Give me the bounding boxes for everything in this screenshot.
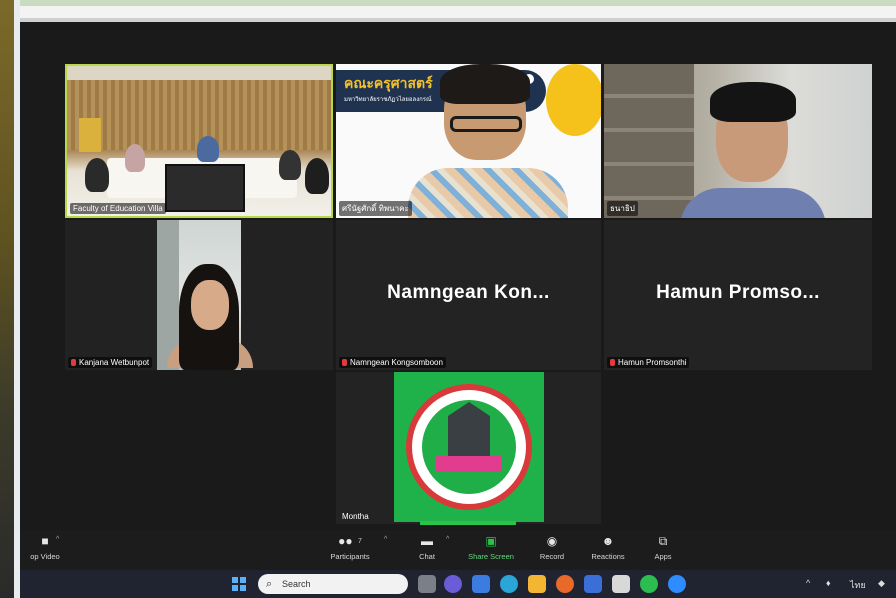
apps-icon: ⧉	[658, 534, 668, 548]
share-indicator	[420, 521, 516, 525]
share-screen-label: Share Screen	[468, 552, 514, 561]
store-icon[interactable]	[472, 575, 490, 593]
participants-label: Participants	[330, 552, 370, 561]
room-person	[85, 158, 109, 192]
slide-yellow-circle	[546, 64, 601, 136]
presenter-hair	[440, 64, 530, 104]
file-manager-icon[interactable]	[418, 575, 436, 593]
search-placeholder: Search	[282, 579, 311, 589]
kanjana-face	[191, 280, 229, 330]
video-options-caret[interactable]: ^	[56, 536, 59, 543]
room-person	[125, 144, 145, 172]
start-video-button[interactable]: ■ op Video	[20, 534, 70, 561]
record-icon: ◉	[546, 534, 558, 548]
chat-caret[interactable]: ^	[446, 536, 449, 543]
video-tile-presenter[interactable]: คณะครุศาสตร์ มหาวิทยาลัยราชภัฏวไลยอลงกรณ…	[336, 64, 601, 218]
room-person	[305, 158, 329, 194]
participant-name-row: Kanjana Wetbunpot	[68, 357, 153, 368]
share-screen-icon: ▣	[485, 534, 497, 548]
logo-text-band	[436, 456, 502, 472]
room-person	[197, 136, 219, 162]
video-tile-kanjana[interactable]: Kanjana Wetbunpot	[65, 220, 333, 370]
room-banner	[79, 118, 101, 152]
kanjana-background	[157, 220, 253, 370]
windows-start-icon[interactable]	[232, 577, 246, 591]
participant-name: Kanjana Wetbunpot	[79, 358, 150, 367]
participant-name: Hamun Promsonthi	[618, 358, 687, 367]
video-tile-office[interactable]: ธนาธิป	[604, 64, 872, 218]
participant-name: ศรีนัฐศักดิ์ ทิพนาคะ	[339, 201, 412, 216]
windows-taskbar: ⌕ Search ^ ♦ ไทย ◆	[20, 570, 896, 598]
share-screen-button[interactable]: ▣ Share Screen	[460, 534, 522, 561]
reactions-icon: ☻	[601, 534, 615, 548]
tray-chevron-icon[interactable]: ^	[806, 578, 810, 588]
office-video-feed	[604, 64, 872, 218]
mic-muted-icon	[71, 359, 76, 366]
mail-icon[interactable]	[584, 575, 602, 593]
video-tile-montha[interactable]: Montha	[336, 372, 601, 524]
participant-display-name: Hamun Promso...	[656, 282, 820, 303]
montha-logo	[394, 372, 544, 522]
record-label: Record	[539, 552, 565, 561]
room-video-feed	[67, 66, 331, 216]
video-tile-room[interactable]: Faculty of Education Villa	[65, 64, 333, 218]
room-monitor	[165, 164, 245, 212]
input-language[interactable]: ไทย	[850, 578, 866, 592]
apps-label: Apps	[654, 552, 672, 561]
mic-muted-icon	[342, 359, 347, 366]
presenter-glasses	[450, 116, 522, 132]
participant-name: Montha	[342, 512, 369, 521]
mic-muted-icon	[610, 359, 615, 366]
line-icon[interactable]	[640, 575, 658, 593]
window-top-bar	[20, 0, 896, 22]
reactions-button[interactable]: ☻ Reactions	[586, 534, 630, 561]
slide-title: คณะครุศาสตร์	[344, 75, 433, 91]
participant-name-row: Hamun Promsonthi	[607, 357, 690, 368]
participants-icon: ●● 7	[338, 534, 362, 548]
top-accent-line	[20, 0, 896, 6]
office-person-body	[680, 188, 826, 218]
participant-display-name: Namngean Kon...	[387, 282, 550, 303]
presenter-shirt	[408, 168, 568, 218]
record-button[interactable]: ◉ Record	[532, 534, 572, 561]
participant-name-row: Namngean Kongsomboon	[339, 357, 446, 368]
video-tile-namngean[interactable]: Namngean Kon... Namngean Kongsomboon	[336, 220, 601, 370]
wifi-icon[interactable]: ◆	[878, 578, 885, 589]
video-tile-hamun[interactable]: Hamun Promso... Hamun Promsonthi	[604, 220, 872, 370]
folder-icon[interactable]	[528, 575, 546, 593]
zoom-gallery-view: Faculty of Education Villa คณะครุศาสตร์ …	[20, 22, 896, 530]
search-icon: ⌕	[266, 578, 273, 590]
slide-subtitle: มหาวิทยาลัยราชภัฏวไลยอลงกรณ์	[344, 97, 432, 103]
office-person-hair	[710, 82, 796, 122]
apps-button[interactable]: ⧉ Apps	[648, 534, 678, 561]
kanjana-video-feed	[157, 220, 253, 370]
presenter-video-feed: คณะครุศาสตร์ มหาวิทยาลัยราชภัฏวไลยอลงกรณ…	[336, 64, 601, 218]
photo-left-edge	[0, 0, 20, 598]
app-icon[interactable]	[612, 575, 630, 593]
chat-icon: ▬	[421, 534, 433, 548]
chat-button[interactable]: ▬ Chat	[410, 534, 444, 561]
office-shelf	[604, 64, 694, 218]
zoom-icon[interactable]	[668, 575, 686, 593]
participant-name: ธนาธิป	[607, 201, 638, 216]
firefox-icon[interactable]	[556, 575, 574, 593]
start-video-label: op Video	[30, 552, 60, 561]
participant-name: Faculty of Education Villa	[70, 203, 166, 214]
edge-icon[interactable]	[500, 575, 518, 593]
participants-count: 7	[357, 538, 362, 545]
participants-caret[interactable]: ^	[384, 536, 387, 543]
participants-button[interactable]: ●● 7 Participants	[320, 534, 380, 561]
taskbar-search-box[interactable]: ⌕ Search	[258, 574, 408, 594]
chat-label: Chat	[419, 552, 435, 561]
room-person	[279, 150, 301, 180]
reactions-label: Reactions	[591, 552, 625, 561]
teams-icon[interactable]	[444, 575, 462, 593]
participant-name: Namngean Kongsomboon	[350, 358, 443, 367]
meeting-toolbar: ■ op Video ^ ●● 7 Participants ^ ▬ Chat …	[20, 530, 896, 570]
microphone-icon[interactable]: ♦	[826, 578, 831, 588]
room-ceiling	[67, 66, 331, 80]
video-camera-icon: ■	[41, 534, 49, 548]
